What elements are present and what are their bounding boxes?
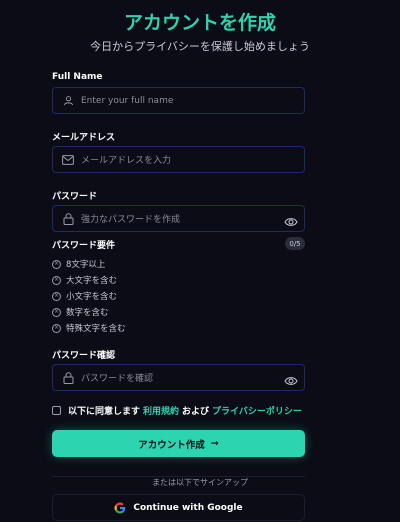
page-subtitle: 今日からプライバシーを保護し始めましょう [90,40,310,53]
requirement-item: × 小文字を含む [52,291,118,302]
email-placeholder: メールアドレスを入力 [81,156,172,166]
lock-icon [61,371,75,385]
requirement-item: × 特殊文字を含む [52,323,126,334]
full-name-field[interactable]: Enter your full name [52,87,305,114]
terms-link[interactable]: 利用規約 [143,404,179,417]
user-icon [61,94,75,108]
eye-icon[interactable] [284,372,298,385]
requirement-item: × 大文字を含む [52,275,118,286]
lock-icon [61,212,75,226]
google-icon [114,502,126,514]
x-circle-icon: × [52,259,61,269]
agreement-row: 以下に同意します 利用規約 および プライバシーポリシー [52,404,305,417]
confirm-password-label: パスワード確認 [52,351,116,361]
requirements-progress-badge: 0/5 [285,237,305,250]
password-requirements-label: パスワード要件 [52,241,116,251]
divider: または以下でサインアップ [0,470,400,489]
email-field[interactable]: メールアドレスを入力 [52,146,305,173]
arrow-right-icon: → [210,438,219,449]
x-circle-icon: × [52,307,61,317]
page-title: アカウントを作成 [123,12,276,34]
confirm-password-field[interactable]: パスワードを確認 [52,364,305,391]
divider-text: または以下でサインアップ [146,478,254,487]
create-account-label: アカウント作成 [138,439,205,451]
email-label: メールアドレス [52,133,116,143]
agreement-prefix: 以下に同意します [68,407,141,417]
eye-icon[interactable] [284,213,298,226]
google-signup-button[interactable]: Continue with Google [52,494,305,521]
create-account-button[interactable]: アカウント作成 → [52,430,305,457]
x-circle-icon: × [52,275,61,285]
x-circle-icon: × [52,291,61,301]
mail-icon [61,153,75,167]
requirement-item: × 8文字以上 [52,259,106,270]
confirm-password-placeholder: パスワードを確認 [81,374,154,384]
requirement-item: × 数字を含む [52,307,109,318]
password-label: パスワード [52,192,98,202]
x-circle-icon: × [52,323,61,333]
password-placeholder: 強力なパスワードを作成 [81,215,181,225]
password-field[interactable]: 強力なパスワードを作成 [52,205,305,232]
google-signup-label: Continue with Google [133,502,243,513]
agreement-conj: および [182,407,210,417]
full-name-placeholder: Enter your full name [81,95,174,106]
full-name-label: Full Name [52,72,103,82]
agreement-checkbox[interactable] [52,406,61,415]
privacy-policy-link[interactable]: プライバシーポリシー [212,404,302,417]
